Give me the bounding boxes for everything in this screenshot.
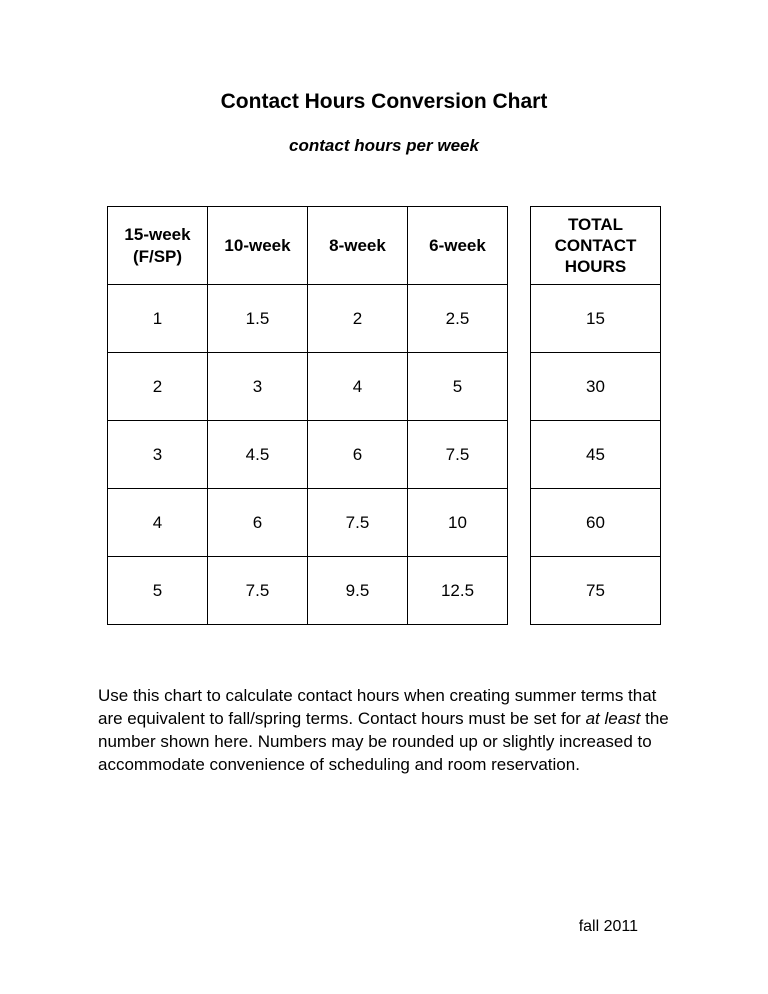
cell: 12.5 (408, 557, 508, 625)
conversion-tables: 15-week (F/SP) 10-week 8-week 6-week 1 1… (98, 206, 670, 625)
total-hours-table: TOTAL CONTACT HOURS 15 30 45 60 75 (530, 206, 661, 625)
cell: 4 (108, 489, 208, 557)
cell: 75 (531, 557, 661, 625)
table-row: 4 6 7.5 10 (108, 489, 508, 557)
cell: 5 (408, 353, 508, 421)
cell: 2.5 (408, 285, 508, 353)
cell: 45 (531, 421, 661, 489)
table-row: 3 4.5 6 7.5 (108, 421, 508, 489)
col-header-10week: 10-week (208, 207, 308, 285)
col-header-15week: 15-week (F/SP) (108, 207, 208, 285)
col-header-total-line1: TOTAL (568, 215, 623, 234)
cell: 15 (531, 285, 661, 353)
cell: 7.5 (308, 489, 408, 557)
table-row: 75 (531, 557, 661, 625)
cell: 3 (108, 421, 208, 489)
table-row: 1 1.5 2 2.5 (108, 285, 508, 353)
table-row: 30 (531, 353, 661, 421)
cell: 9.5 (308, 557, 408, 625)
table-row: 5 7.5 9.5 12.5 (108, 557, 508, 625)
cell: 6 (208, 489, 308, 557)
page-subtitle: contact hours per week (90, 136, 678, 156)
col-header-total-line3: HOURS (565, 257, 626, 276)
col-header-6week: 6-week (408, 207, 508, 285)
table-row: 45 (531, 421, 661, 489)
cell: 1.5 (208, 285, 308, 353)
cell: 10 (408, 489, 508, 557)
cell: 2 (308, 285, 408, 353)
table-row: 15 (531, 285, 661, 353)
cell: 30 (531, 353, 661, 421)
col-header-15week-line1: 15-week (124, 225, 190, 244)
cell: 7.5 (408, 421, 508, 489)
table-row: 60 (531, 489, 661, 557)
document-page: Contact Hours Conversion Chart contact h… (0, 0, 768, 994)
cell: 5 (108, 557, 208, 625)
col-header-total: TOTAL CONTACT HOURS (531, 207, 661, 285)
cell: 6 (308, 421, 408, 489)
table-row: 2 3 4 5 (108, 353, 508, 421)
description-emphasis: at least (586, 709, 641, 728)
footer-date: fall 2011 (579, 918, 638, 936)
page-title: Contact Hours Conversion Chart (90, 90, 678, 114)
col-header-total-line2: CONTACT (555, 236, 637, 255)
description-text: Use this chart to calculate contact hour… (98, 686, 656, 728)
cell: 3 (208, 353, 308, 421)
cell: 4.5 (208, 421, 308, 489)
col-header-15week-line2: (F/SP) (133, 247, 182, 266)
col-header-8week: 8-week (308, 207, 408, 285)
cell: 60 (531, 489, 661, 557)
cell: 2 (108, 353, 208, 421)
cell: 4 (308, 353, 408, 421)
cell: 1 (108, 285, 208, 353)
per-week-table: 15-week (F/SP) 10-week 8-week 6-week 1 1… (107, 206, 508, 625)
cell: 7.5 (208, 557, 308, 625)
description-paragraph: Use this chart to calculate contact hour… (98, 685, 670, 777)
